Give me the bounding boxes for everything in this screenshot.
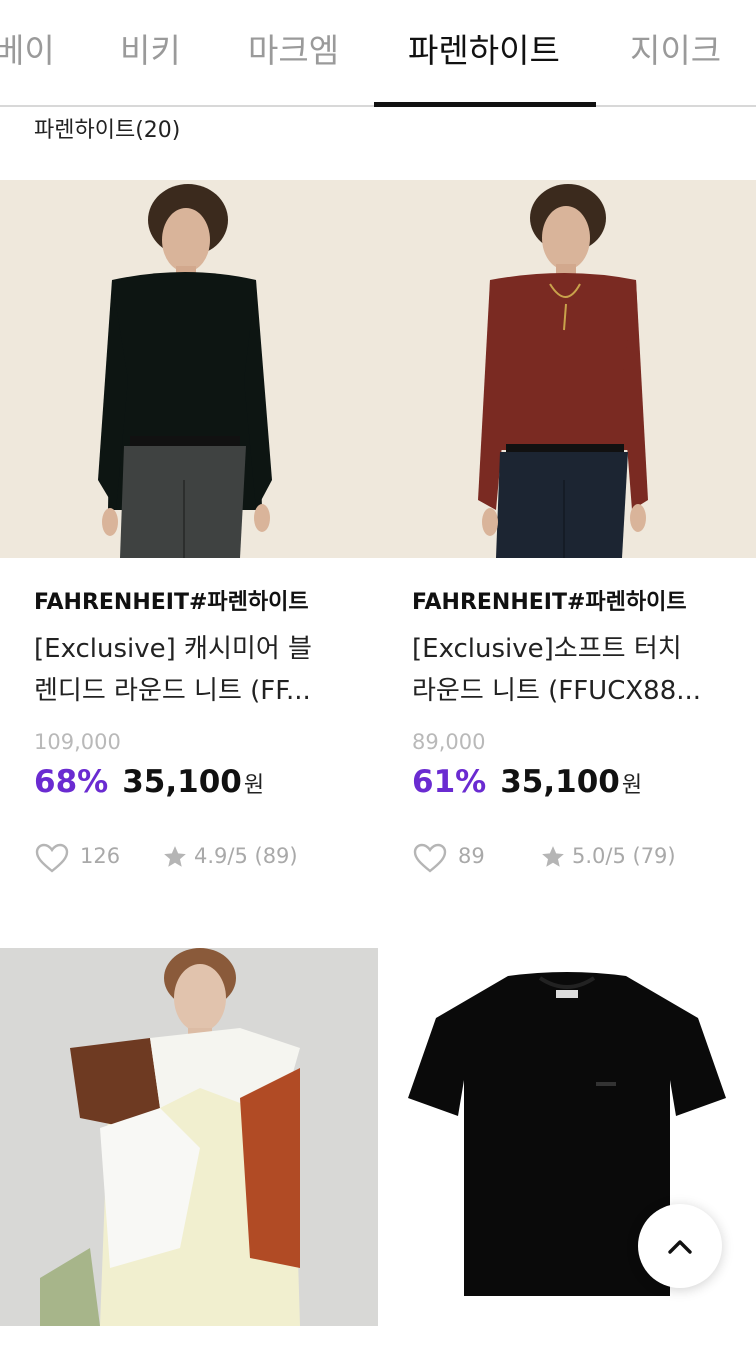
price-row: 61% 35,100원 [412, 764, 642, 800]
price-row: 68% 35,100원 [34, 764, 264, 800]
chevron-up-icon [668, 1240, 692, 1254]
star-icon [164, 846, 186, 867]
original-price: 89,000 [412, 730, 486, 754]
sale-price: 35,100 [500, 764, 620, 800]
product-name[interactable]: [Exclusive] 캐시미어 블 렌디드 라운드 니트 (FF... [34, 628, 354, 712]
currency-label: 원 [621, 773, 643, 798]
product-name-line2: 렌디드 라운드 니트 (FF... [34, 676, 311, 706]
sale-price: 35,100 [122, 764, 242, 800]
star-icon [542, 846, 564, 867]
tab-bei[interactable]: 베이 [0, 28, 55, 78]
product-name[interactable]: [Exclusive]소프트 터치 라운드 니트 (FFUCX88... [412, 628, 732, 712]
brand-tab-bar: 베이 비키 마크엠 파렌하이트 지이크 [0, 0, 756, 107]
product-name-line1: [Exclusive]소프트 터치 [412, 634, 682, 664]
product-image[interactable] [0, 948, 378, 1326]
discount-rate: 68% [34, 764, 109, 800]
heart-outline-icon[interactable] [34, 842, 70, 874]
product-name-line2: 라운드 니트 (FFUCX88... [412, 676, 702, 706]
product-brand: FAHRENHEIT#파렌하이트 [34, 590, 309, 615]
rating-summary: 4.9/5 (89) [194, 844, 298, 868]
tab-markm[interactable]: 마크엠 [248, 28, 339, 78]
tab-fahrenheit[interactable]: 파렌하이트 [408, 28, 560, 78]
product-image[interactable] [0, 180, 378, 558]
active-tab-indicator [374, 102, 596, 107]
tab-ziozia[interactable]: 지이크 [630, 28, 721, 78]
currency-label: 원 [243, 773, 265, 798]
heart-outline-icon[interactable] [412, 842, 448, 874]
scroll-to-top-button[interactable] [638, 1204, 722, 1288]
product-name-line1: [Exclusive] 캐시미어 블 [34, 634, 312, 664]
original-price: 109,000 [34, 730, 121, 754]
discount-rate: 61% [412, 764, 487, 800]
like-count: 89 [458, 844, 485, 868]
category-count-label: 파렌하이트(20) [34, 118, 181, 143]
product-brand: FAHRENHEIT#파렌하이트 [412, 590, 687, 615]
product-image[interactable] [378, 180, 756, 558]
like-count: 126 [80, 844, 121, 868]
rating-summary: 5.0/5 (79) [572, 844, 676, 868]
tab-biki[interactable]: 비키 [120, 28, 181, 78]
